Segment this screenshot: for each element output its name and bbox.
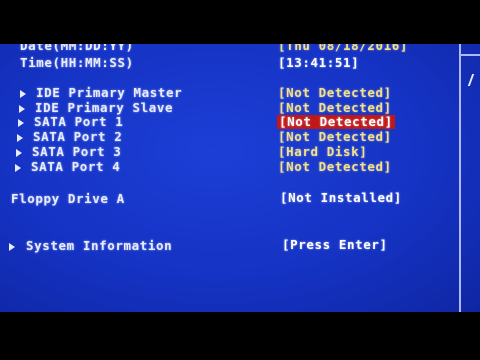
device-value-ide-primary-master: [Not Detected] [278, 85, 392, 100]
date-value[interactable]: [Thu 08/18/2016] [278, 44, 408, 53]
bios-main-panel: Date(MM:DD:YY) [Thu 08/18/2016] Time(HH:… [0, 44, 480, 312]
floppy-value[interactable]: [Not Installed] [280, 191, 402, 205]
floppy-label: Floppy Drive A [11, 191, 125, 206]
system-information-item[interactable]: System Information [26, 239, 172, 253]
device-value-sata-port-1-selected[interactable]: [Not Detected] [277, 115, 395, 129]
time-label: Time(HH:MM:SS) [20, 55, 134, 70]
submenu-arrow-icon [20, 90, 26, 98]
device-value-sata-port-4: [Not Detected] [278, 159, 392, 174]
submenu-arrow-icon [9, 243, 15, 251]
system-information-value: [Press Enter] [282, 237, 388, 252]
device-label-ide-primary-slave[interactable]: IDE Primary Slave [35, 101, 173, 115]
device-label-sata-port-2[interactable]: SATA Port 2 [33, 130, 122, 144]
device-label-sata-port-4[interactable]: SATA Port 4 [31, 160, 120, 174]
device-label-sata-port-1[interactable]: SATA Port 1 [34, 115, 123, 129]
submenu-arrow-icon [18, 119, 24, 127]
device-value-ide-primary-slave: [Not Detected] [278, 100, 392, 115]
device-value-sata-port-2: [Not Detected] [278, 129, 392, 144]
monitor-screen: Date(MM:DD:YY) [Thu 08/18/2016] Time(HH:… [0, 0, 480, 360]
date-label: Date(MM:DD:YY) [20, 44, 134, 53]
help-panel-glyph [467, 74, 480, 86]
device-label-sata-port-3[interactable]: SATA Port 3 [32, 145, 121, 159]
device-value-sata-port-3: [Hard Disk] [278, 144, 368, 159]
device-label-ide-primary-master[interactable]: IDE Primary Master [36, 86, 182, 100]
submenu-arrow-icon [16, 149, 22, 157]
help-panel-border [461, 54, 480, 56]
submenu-arrow-icon [15, 164, 21, 172]
submenu-arrow-icon [19, 105, 25, 113]
submenu-arrow-icon [17, 134, 23, 142]
time-value[interactable]: [13:41:51] [278, 56, 359, 70]
help-panel-divider [459, 44, 461, 312]
